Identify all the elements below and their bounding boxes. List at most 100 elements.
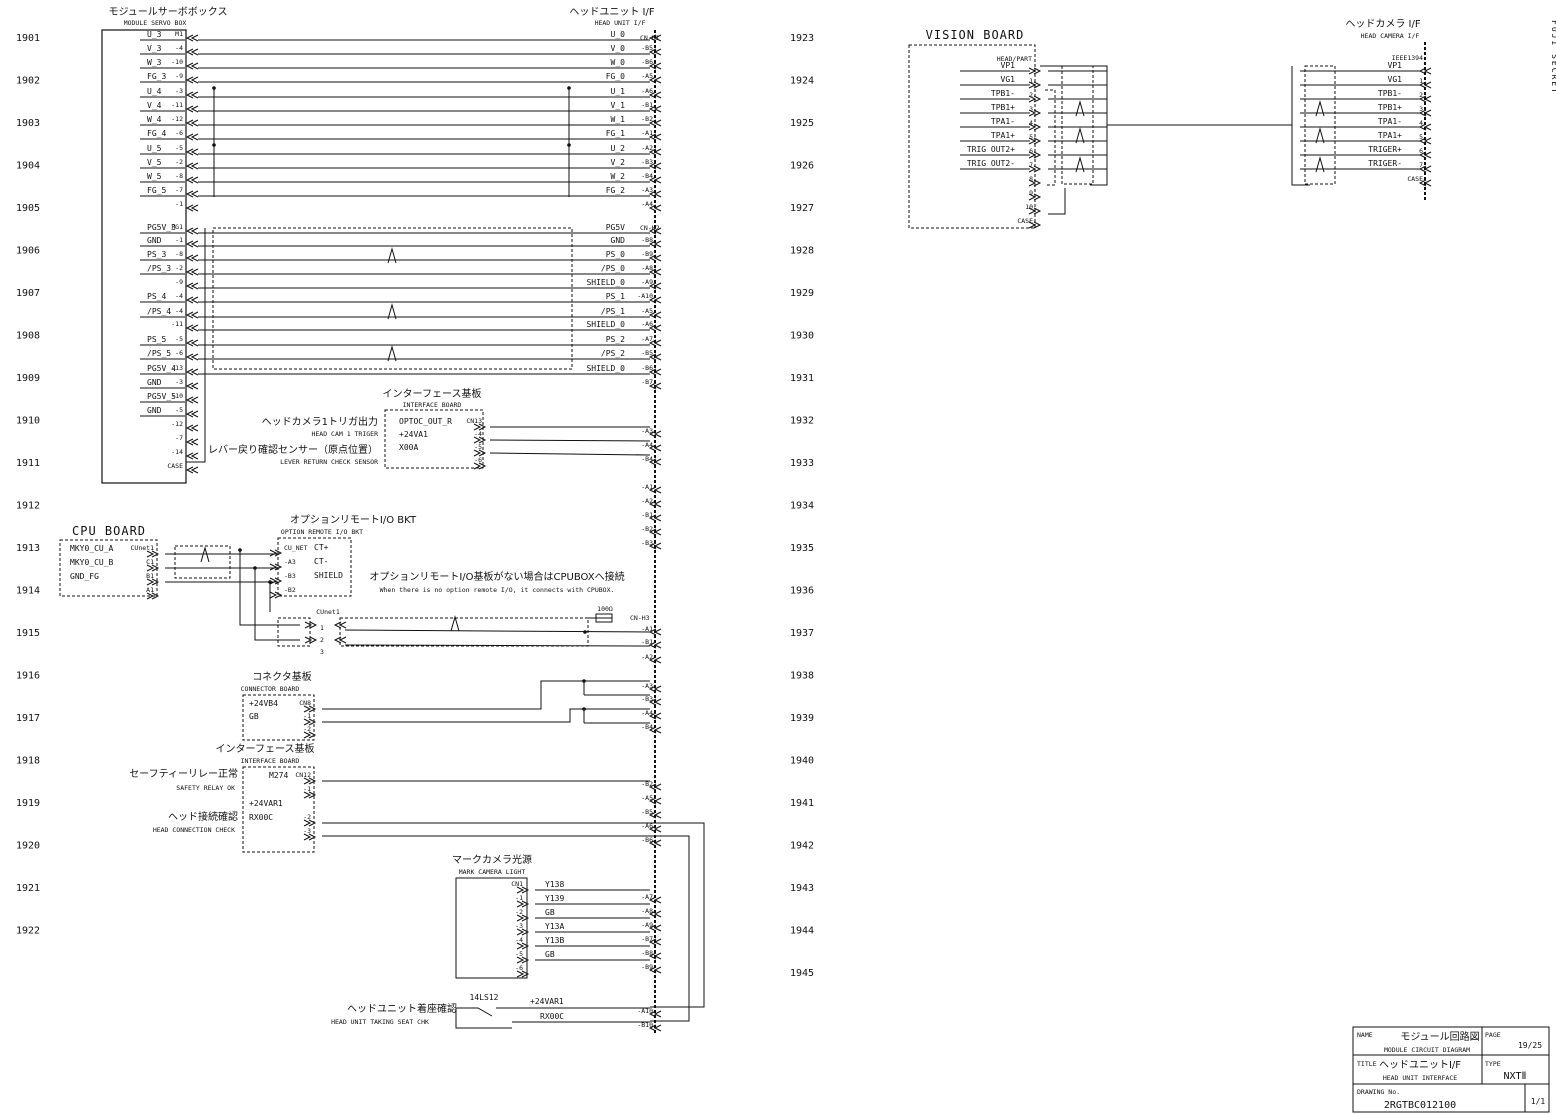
annotation-en: HEAD UNIT TAKING SEAT CHK [331, 1018, 429, 1026]
row-number: 1920 [16, 841, 40, 852]
connector-chevron-icon [1028, 207, 1042, 215]
title-block-name-jp: モジュール回路図 [1400, 1030, 1479, 1043]
row-number: 1940 [790, 756, 814, 767]
servo-signal: U_5 [147, 144, 162, 153]
interface-board-title-en: INTERFACE BOARD [403, 401, 462, 409]
option-signal: CT+ [314, 543, 329, 552]
junction-dot [567, 143, 571, 147]
pin-label: -2 [175, 158, 183, 166]
pin-label: -B2 [284, 586, 296, 594]
annotation-en: HEAD CAM 1 TRIGER [311, 430, 378, 438]
connector-chevron-icon [185, 105, 199, 113]
twisted-pair-icon [1315, 100, 1325, 117]
wire [489, 452, 651, 456]
interface-signal: +24VA1 [399, 430, 428, 439]
pin-label: -7 [175, 186, 183, 194]
row-number: 1944 [790, 926, 814, 937]
servo-signal: V_3 [147, 44, 162, 53]
head-unit-signal: SHIELD_0 [586, 320, 625, 329]
row-number: 1939 [790, 713, 814, 724]
connector-chevron-icon [185, 119, 199, 127]
annotation-en: LEVER RETURN CHECK SENSOR [280, 458, 378, 466]
head-unit-signal: /PS_2 [601, 349, 625, 358]
pin-label: -4 [515, 936, 523, 944]
head-camera-signal: TRIGER+ [1368, 145, 1402, 154]
servo-signal: /PS_3 [147, 264, 171, 273]
head-camera-signal: TPA1+ [1378, 131, 1402, 140]
servo-signal: W_5 [147, 172, 162, 181]
connector-chevron-icon [185, 353, 199, 361]
head-unit-signal: SHIELD_0 [586, 278, 625, 287]
title-block-name-en: MODULE CIRCUIT DIAGRAM [1384, 1046, 1470, 1054]
interface-board2-title-en: INTERFACE BOARD [241, 757, 300, 765]
connector-board-title-jp: コネクタ基板 [252, 670, 312, 683]
junction-dot [268, 580, 272, 584]
pin-label: -12 [171, 115, 183, 123]
row-number: 1915 [16, 628, 40, 639]
row-number: 1932 [790, 416, 814, 427]
row-number: 1905 [16, 203, 40, 214]
row-number: 1942 [790, 841, 814, 852]
row-number: 1929 [790, 288, 814, 299]
head-unit-signal: PS_1 [606, 292, 625, 301]
pin-label: -12 [171, 420, 183, 428]
vision-board-frame [908, 44, 1036, 229]
pin-label: M1 [175, 30, 183, 38]
head-unit-signal: V_1 [611, 101, 626, 110]
connector-id: CN-H3 [630, 614, 650, 622]
head-unit-signal: V_0 [611, 44, 626, 53]
title-block-label: TITLE [1357, 1060, 1377, 1068]
secret-label: FUJI SECRET [1550, 20, 1556, 95]
pin-label: -14 [171, 448, 183, 456]
title-block-sheet: 1/1 [1531, 1097, 1546, 1106]
connector-chevron-icon [269, 591, 283, 599]
title-block-label: DRAWING No. [1357, 1088, 1400, 1096]
twisted-pair-icon [200, 546, 210, 563]
switch-label: 14LS12 [470, 993, 499, 1002]
title-block-label: NAME [1357, 1031, 1373, 1039]
pin-label: -6 [175, 349, 183, 357]
servo-box-title-jp: モジュールサーボボックス [109, 6, 228, 18]
connector-chevron-icon [185, 76, 199, 84]
pin-label: -1 [175, 200, 183, 208]
row-number: 1916 [16, 671, 40, 682]
vision-signal: VP1 [1001, 61, 1016, 70]
vision-signal: TRIG OUT2- [967, 159, 1015, 168]
head-camera-title-jp: ヘッドカメラ I/F [1345, 18, 1420, 30]
servo-box-title-en: MODULE SERVO BOX [124, 19, 187, 27]
pin-label: -3 [175, 378, 183, 386]
row-number: 1902 [16, 76, 40, 87]
pin-label: -2 [175, 264, 183, 272]
pin-label: -1 [515, 894, 523, 902]
head-camera-signal: TRIGER- [1368, 159, 1402, 168]
pin-label: -11 [171, 101, 183, 109]
cpu-signal: GND_FG [70, 572, 99, 581]
note-jp: オプションリモートI/O基板がない場合はCPUBOXへ接続 [369, 570, 624, 583]
interface2-signal: +24VAR1 [249, 799, 283, 808]
title-block-label: PAGE [1485, 1031, 1501, 1039]
row-number: 1926 [790, 161, 814, 172]
row-number: 1908 [16, 331, 40, 342]
head-unit-signal: PG5V [606, 223, 625, 232]
head-unit-signal: FG_2 [606, 186, 625, 195]
servo-signal: GND [147, 406, 162, 415]
pin-label: PG1 [171, 223, 183, 231]
head-unit-signal: W_2 [611, 172, 626, 181]
servo-signal: /PS_4 [147, 307, 171, 316]
interface2-signal: RX00C [249, 813, 273, 822]
interface-signal: OPTOC_OUT_R [399, 417, 452, 426]
pin-label: -5 [515, 950, 523, 958]
connector-chevron-icon [185, 452, 199, 460]
connector-chevron-icon [185, 62, 199, 70]
annotation-en: HEAD CONNECTION CHECK [153, 826, 235, 834]
servo-signal: V_5 [147, 158, 162, 167]
servo-signal: FG_4 [147, 129, 166, 138]
connector-signal: GB [249, 712, 259, 721]
pin-label: -5 [175, 335, 183, 343]
pin-label: -6 [515, 964, 523, 972]
servo-signal: /PS_5 [147, 349, 171, 358]
connector-chevron-icon [1028, 67, 1042, 75]
pin-label: -5 [175, 144, 183, 152]
pin-label: CUnet1 [131, 544, 155, 552]
head-camera-signal: VP1 [1388, 61, 1403, 70]
